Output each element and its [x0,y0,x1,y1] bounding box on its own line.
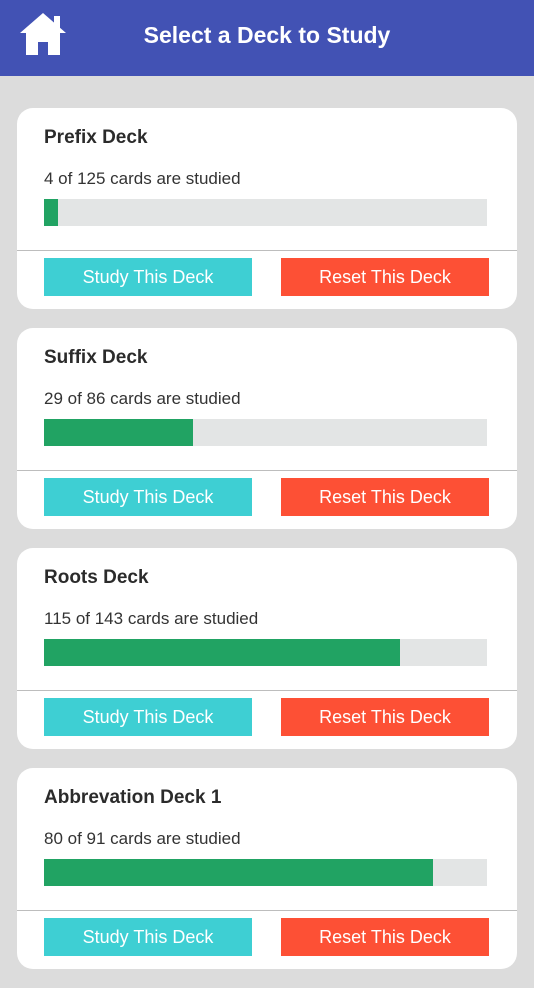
deck-card-roots: Roots Deck 115 of 143 cards are studied … [17,548,517,749]
card-divider [17,470,517,471]
deck-progress-text: 29 of 86 cards are studied [44,389,241,408]
reset-deck-button[interactable]: Reset This Deck [281,698,489,736]
deck-progress-text: 4 of 125 cards are studied [44,169,241,188]
page-title: Select a Deck to Study [143,22,391,48]
study-deck-button[interactable]: Study This Deck [44,698,252,736]
study-deck-button[interactable]: Study This Deck [44,478,252,516]
card-divider [17,250,517,251]
card-divider [17,690,517,691]
progress-bar [44,639,487,666]
card-divider [17,910,517,911]
deck-card-prefix: Prefix Deck 4 of 125 cards are studied S… [17,108,517,309]
deck-progress-text: 80 of 91 cards are studied [44,829,241,848]
reset-deck-button[interactable]: Reset This Deck [281,918,489,956]
reset-deck-button[interactable]: Reset This Deck [281,478,489,516]
progress-fill [44,419,194,446]
progress-bar [44,859,487,886]
progress-bar [44,199,487,226]
study-deck-button[interactable]: Study This Deck [44,918,252,956]
deck-title: Roots Deck [44,567,149,588]
progress-fill [44,199,59,226]
deck-title: Prefix Deck [44,127,148,148]
deck-progress-text: 115 of 143 cards are studied [44,609,259,628]
study-deck-button[interactable]: Study This Deck [44,258,252,296]
progress-bar [44,419,487,446]
progress-fill [44,639,401,666]
app-header: Select a Deck to Study [0,0,534,76]
deck-card-abbreviation-1: Abbrevation Deck 1 80 of 91 cards are st… [17,768,517,969]
deck-title: Suffix Deck [44,347,148,368]
progress-fill [44,859,434,886]
deck-list: Prefix Deck 4 of 125 cards are studied S… [17,108,517,988]
reset-deck-button[interactable]: Reset This Deck [281,258,489,296]
deck-card-suffix: Suffix Deck 29 of 86 cards are studied S… [17,328,517,529]
deck-title: Abbrevation Deck 1 [44,787,222,808]
